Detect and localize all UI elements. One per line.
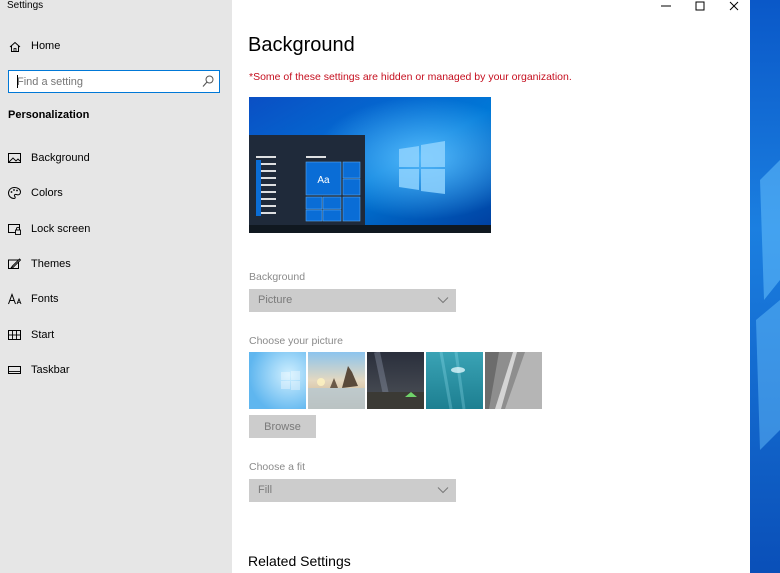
sidebar-item-themes[interactable]: Themes	[0, 251, 232, 277]
sidebar-item-fonts[interactable]: Fonts	[0, 286, 232, 312]
start-icon	[8, 330, 21, 340]
sidebar-home-label: Home	[31, 40, 61, 52]
picture-thumbnail[interactable]	[308, 352, 365, 409]
sidebar-item-label: Themes	[31, 258, 71, 270]
minimize-icon	[661, 5, 671, 7]
picture-thumbnail[interactable]	[249, 352, 306, 409]
choose-picture-label: Choose your picture	[249, 335, 343, 347]
sidebar-home[interactable]: Home	[0, 37, 232, 59]
fit-dropdown[interactable]: Fill	[249, 479, 456, 502]
sidebar: Settings Home Personalization Background	[0, 0, 232, 573]
themes-brush-icon	[8, 258, 22, 269]
sidebar-item-label: Start	[31, 329, 55, 341]
sidebar-item-label: Lock screen	[31, 223, 91, 235]
chevron-down-icon	[437, 487, 449, 494]
maximize-icon	[695, 1, 705, 11]
lock-screen-icon	[8, 224, 21, 235]
picture-thumbnail[interactable]	[485, 352, 542, 409]
picture-thumbnail[interactable]	[426, 352, 483, 409]
desktop-preview: Aa	[249, 97, 491, 233]
home-icon	[9, 41, 21, 52]
palette-icon	[7, 186, 22, 200]
background-label: Background	[249, 271, 306, 283]
sidebar-item-label: Taskbar	[31, 364, 70, 376]
text-caret	[17, 75, 18, 88]
preview-sample-text: Aa	[317, 175, 330, 186]
search-box[interactable]	[8, 70, 220, 93]
minimize-button[interactable]	[651, 0, 681, 12]
chevron-down-icon	[437, 297, 449, 304]
maximize-button[interactable]	[685, 0, 715, 12]
sidebar-item-background[interactable]: Background	[0, 145, 232, 171]
close-icon	[729, 1, 739, 11]
choose-fit-label: Choose a fit	[249, 461, 306, 473]
picture-icon	[8, 153, 21, 163]
search-input[interactable]	[9, 71, 197, 92]
sidebar-item-colors[interactable]: Colors	[0, 180, 232, 206]
search-icon[interactable]	[202, 75, 214, 88]
sidebar-item-start[interactable]: Start	[0, 322, 232, 348]
sidebar-item-taskbar[interactable]: Taskbar	[0, 357, 232, 383]
sidebar-item-label: Fonts	[31, 293, 59, 305]
fonts-icon	[8, 293, 22, 305]
sidebar-item-lock-screen[interactable]: Lock screen	[0, 216, 232, 242]
browse-button[interactable]: Browse	[249, 415, 316, 438]
background-dropdown[interactable]: Picture	[249, 289, 456, 312]
background-dropdown-value: Picture	[258, 294, 293, 306]
taskbar-icon	[8, 366, 21, 374]
page-title: Background	[248, 34, 355, 56]
section-title: Personalization	[8, 109, 90, 121]
sidebar-item-label: Background	[31, 152, 90, 164]
related-settings-title: Related Settings	[248, 553, 351, 569]
managed-notice: *Some of these settings are hidden or ma…	[249, 71, 572, 83]
fit-dropdown-value: Fill	[258, 484, 273, 496]
app-title: Settings	[7, 0, 44, 11]
desktop-wallpaper-strip	[750, 0, 780, 573]
picture-thumbnail[interactable]	[367, 352, 424, 409]
sidebar-item-label: Colors	[31, 187, 63, 199]
window-edge	[740, 0, 750, 573]
